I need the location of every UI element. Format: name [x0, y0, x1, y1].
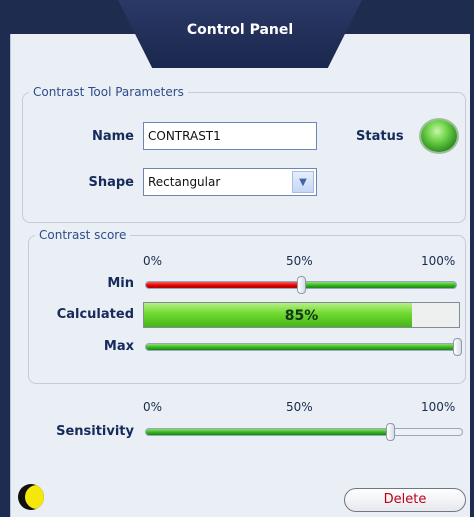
- name-label: Name: [91, 129, 134, 144]
- shape-select-value: Rectangular: [148, 175, 221, 189]
- delete-button[interactable]: Delete: [344, 488, 466, 512]
- status-label: Status: [356, 129, 404, 144]
- chevron-down-icon[interactable]: ▼: [292, 171, 314, 193]
- title-tab: Control Panel: [118, 0, 362, 68]
- sensitivity-slider-track[interactable]: [145, 428, 463, 436]
- moon-icon[interactable]: [18, 484, 44, 510]
- sensitivity-slider-thumb[interactable]: [386, 423, 395, 441]
- shape-select[interactable]: Rectangular ▼: [143, 168, 317, 196]
- calculated-value: 85%: [284, 308, 319, 324]
- parameters-group: Contrast Tool Parameters: [22, 85, 466, 223]
- shape-label: Shape: [88, 175, 134, 190]
- sensitivity-scale-0: 0%: [143, 400, 163, 414]
- max-label: Max: [103, 339, 134, 354]
- min-slider-low: [146, 282, 302, 288]
- max-slider-track[interactable]: [145, 343, 457, 351]
- max-slider-fill: [146, 344, 456, 350]
- min-slider-thumb[interactable]: [297, 276, 306, 294]
- panel-title: Control Panel: [186, 22, 294, 38]
- sensitivity-label: Sensitivity: [56, 424, 134, 439]
- sensitivity-slider-fill: [146, 429, 391, 435]
- min-label: Min: [107, 276, 134, 291]
- parameters-legend: Contrast Tool Parameters: [33, 85, 184, 99]
- contrast-scale-50: 50%: [286, 254, 313, 268]
- sensitivity-scale-100: 100%: [421, 400, 456, 414]
- contrast-score-legend: Contrast score: [39, 228, 127, 242]
- max-slider-thumb[interactable]: [453, 338, 462, 356]
- name-input[interactable]: [143, 122, 317, 150]
- contrast-scale-100: 100%: [421, 254, 456, 268]
- calculated-progress-bar: 85%: [143, 302, 460, 328]
- sensitivity-scale-50: 50%: [286, 400, 313, 414]
- min-slider-high: [302, 282, 456, 288]
- status-indicator-icon: [421, 120, 457, 152]
- contrast-scale-0: 0%: [143, 254, 163, 268]
- calculated-label: Calculated: [56, 307, 134, 322]
